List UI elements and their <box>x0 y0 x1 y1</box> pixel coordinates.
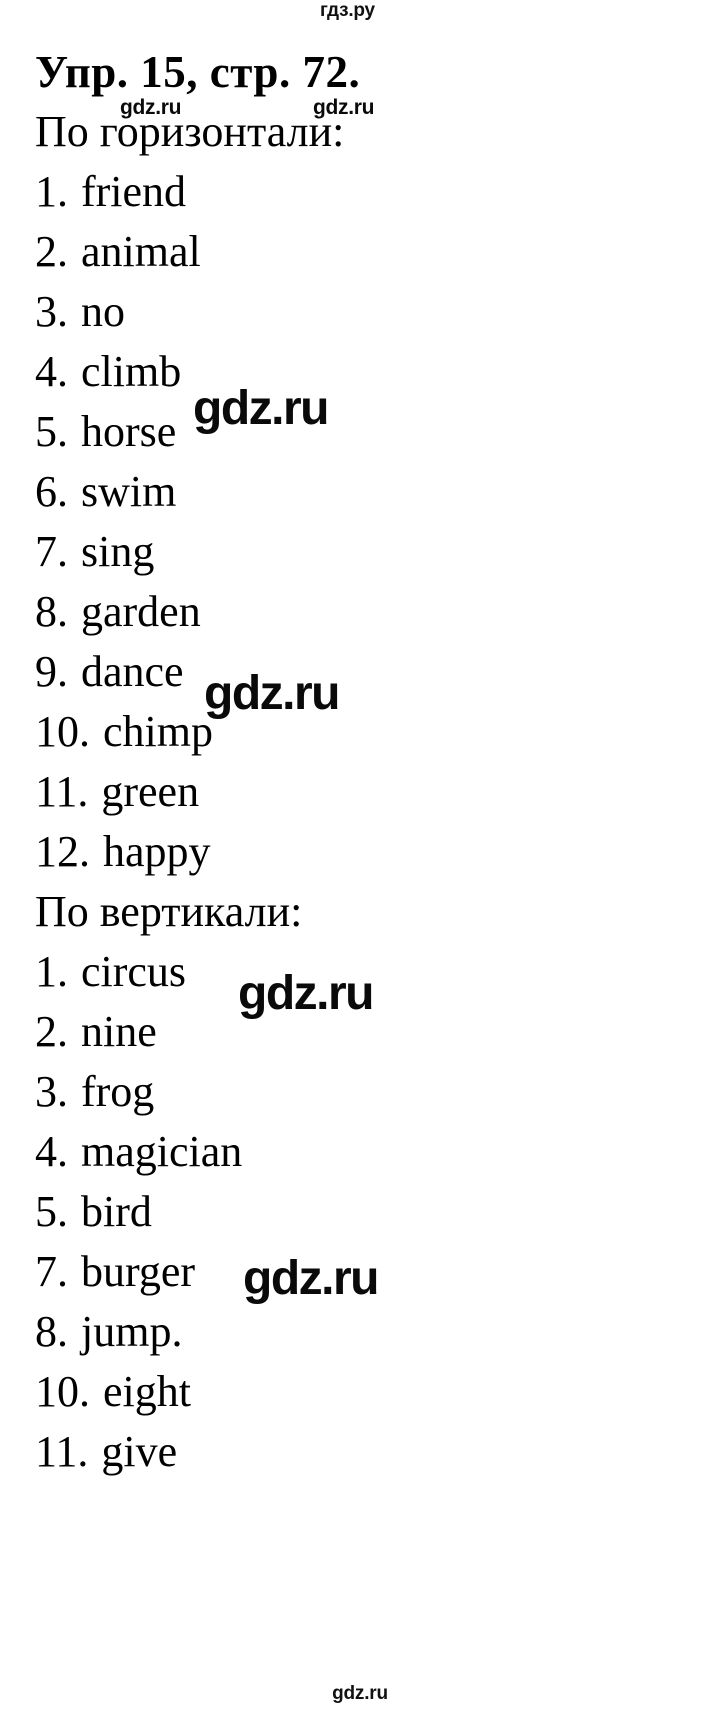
item-index: 12. <box>35 827 90 876</box>
list-item: 3. frog <box>35 1062 695 1122</box>
list-item: 11. give <box>35 1422 695 1482</box>
item-index: 4. <box>35 347 68 396</box>
item-index: 4. <box>35 1127 68 1176</box>
site-logo-top[interactable]: гдз.ру <box>320 0 375 22</box>
item-index: 9. <box>35 647 68 696</box>
list-item: 12. happy <box>35 822 695 882</box>
item-word: bird <box>81 1187 152 1236</box>
list-item: 3. no <box>35 282 695 342</box>
item-word: give <box>101 1427 178 1476</box>
item-word: happy <box>103 827 211 876</box>
item-word: nine <box>81 1007 157 1056</box>
item-index: 11. <box>35 767 89 816</box>
item-word: garden <box>81 587 201 636</box>
down-list: 1. circus 2. nine 3. frog 4. magician 5.… <box>35 942 695 1482</box>
list-item: 8. garden <box>35 582 695 642</box>
across-list: 1. friend 2. animal 3. no 4. climb 5. ho… <box>35 162 695 882</box>
item-index: 8. <box>35 1307 68 1356</box>
site-logo-footer[interactable]: gdz.ru <box>0 1683 720 1705</box>
list-item: 10. chimp <box>35 702 695 762</box>
list-item: 9. dance <box>35 642 695 702</box>
item-word: burger <box>81 1247 196 1296</box>
item-word: friend <box>81 167 187 216</box>
list-item: 8. jump. <box>35 1302 695 1362</box>
item-index: 2. <box>35 1007 68 1056</box>
item-index: 1. <box>35 167 68 216</box>
list-item: 5. bird <box>35 1182 695 1242</box>
page-canvas: гдз.ру Упр. 15, стр. 72. По горизонтали:… <box>0 0 720 1715</box>
list-item: 2. nine <box>35 1002 695 1062</box>
item-word: animal <box>81 227 201 276</box>
item-index: 1. <box>35 947 68 996</box>
item-index: 2. <box>35 227 68 276</box>
item-index: 10. <box>35 1367 90 1416</box>
list-item: 11. green <box>35 762 695 822</box>
item-index: 11. <box>35 1427 89 1476</box>
list-item: 4. magician <box>35 1122 695 1182</box>
answer-content: Упр. 15, стр. 72. По горизонтали: 1. fri… <box>35 44 695 1482</box>
list-item: 1. circus <box>35 942 695 1002</box>
exercise-title: Упр. 15, стр. 72. <box>35 47 361 97</box>
list-item: 1. friend <box>35 162 695 222</box>
item-index: 3. <box>35 1067 68 1116</box>
item-index: 7. <box>35 527 68 576</box>
list-item: 6. swim <box>35 462 695 522</box>
item-word: green <box>101 767 200 816</box>
list-item: 4. climb <box>35 342 695 402</box>
item-word: sing <box>81 527 155 576</box>
item-index: 3. <box>35 287 68 336</box>
item-index: 8. <box>35 587 68 636</box>
across-heading: По горизонтали: <box>35 107 345 156</box>
down-heading: По вертикали: <box>35 887 303 936</box>
list-item: 7. burger <box>35 1242 695 1302</box>
item-word: horse <box>81 407 177 456</box>
list-item: 5. horse <box>35 402 695 462</box>
list-item: 10. eight <box>35 1362 695 1422</box>
list-item: 2. animal <box>35 222 695 282</box>
item-word: circus <box>81 947 187 996</box>
item-word: climb <box>81 347 182 396</box>
item-index: 5. <box>35 1187 68 1236</box>
item-index: 7. <box>35 1247 68 1296</box>
list-item: 7. sing <box>35 522 695 582</box>
item-index: 10. <box>35 707 90 756</box>
item-index: 6. <box>35 467 68 516</box>
item-word: swim <box>81 467 177 516</box>
item-word: magician <box>81 1127 243 1176</box>
item-word: jump. <box>81 1307 183 1356</box>
item-word: eight <box>103 1367 191 1416</box>
item-word: chimp <box>103 707 213 756</box>
item-word: frog <box>81 1067 155 1116</box>
item-index: 5. <box>35 407 68 456</box>
item-word: no <box>81 287 125 336</box>
item-word: dance <box>81 647 184 696</box>
